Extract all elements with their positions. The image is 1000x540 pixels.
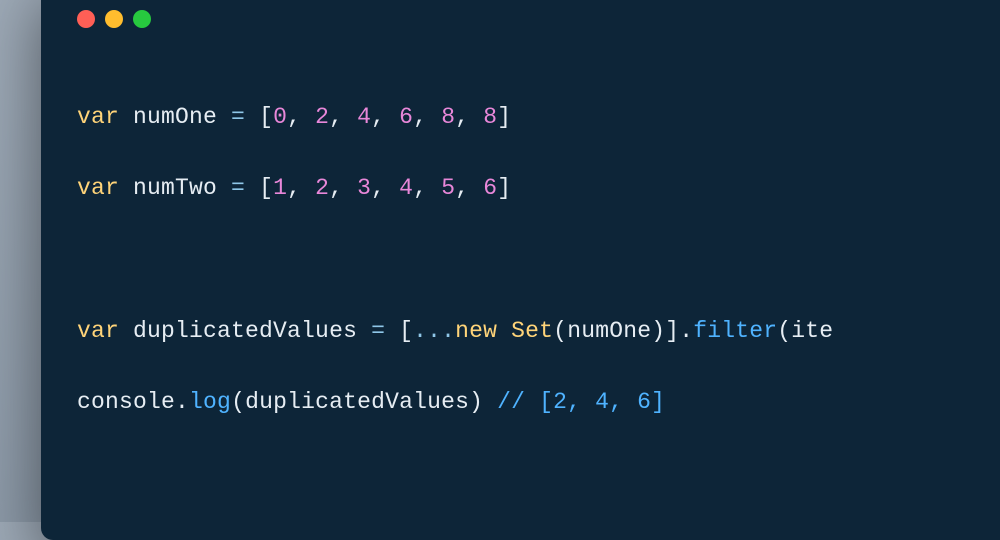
comma: ,: [329, 175, 357, 201]
number: 2: [315, 175, 329, 201]
paren-open: (: [231, 389, 245, 415]
number: 4: [357, 104, 371, 130]
identifier: numOne: [567, 318, 651, 344]
paren-close: ): [469, 389, 483, 415]
maximize-icon[interactable]: [133, 10, 151, 28]
comma: ,: [455, 175, 483, 201]
code-line-3: var duplicatedValues = [...new Set(numOn…: [77, 314, 1000, 350]
spread-operator: ...: [413, 318, 455, 344]
method-filter: filter: [693, 318, 777, 344]
dot: .: [175, 389, 189, 415]
comma: ,: [413, 104, 441, 130]
identifier-console: console: [77, 389, 175, 415]
number: 8: [483, 104, 497, 130]
number: 3: [357, 175, 371, 201]
operator-equals: =: [217, 175, 259, 201]
keyword-var: var: [77, 175, 119, 201]
code-line-1: var numOne = [0, 2, 4, 6, 8, 8]: [77, 100, 1000, 136]
bracket-close: ]: [497, 175, 511, 201]
identifier-partial: ite: [791, 318, 833, 344]
close-icon[interactable]: [77, 10, 95, 28]
identifier: numTwo: [133, 175, 217, 201]
paren-open: (: [553, 318, 567, 344]
comma: ,: [287, 104, 315, 130]
identifier: numOne: [133, 104, 217, 130]
code-line-2: var numTwo = [1, 2, 3, 4, 5, 6]: [77, 171, 1000, 207]
comma: ,: [371, 104, 399, 130]
number: 1: [273, 175, 287, 201]
number: 2: [315, 104, 329, 130]
number: 6: [399, 104, 413, 130]
comma: ,: [329, 104, 357, 130]
space: [483, 389, 497, 415]
class-set: Set: [511, 318, 553, 344]
code-line-4: console.log(duplicatedValues) // [2, 4, …: [77, 385, 1000, 421]
bracket-close: ]: [497, 104, 511, 130]
bracket-open: [: [259, 175, 273, 201]
dot: .: [679, 318, 693, 344]
paren-open: (: [777, 318, 791, 344]
code-window: var numOne = [0, 2, 4, 6, 8, 8] var numT…: [41, 0, 1000, 540]
code-block: var numOne = [0, 2, 4, 6, 8, 8] var numT…: [77, 64, 1000, 492]
comma: ,: [371, 175, 399, 201]
keyword-var: var: [77, 318, 119, 344]
keyword-var: var: [77, 104, 119, 130]
comment: // [2, 4, 6]: [497, 389, 665, 415]
bracket-close: ]: [665, 318, 679, 344]
bracket-open: [: [399, 318, 413, 344]
space: [497, 318, 511, 344]
comma: ,: [287, 175, 315, 201]
number: 8: [441, 104, 455, 130]
identifier: duplicatedValues: [245, 389, 469, 415]
comma: ,: [455, 104, 483, 130]
traffic-lights: [77, 10, 1000, 28]
number: 4: [399, 175, 413, 201]
paren-close: ): [651, 318, 665, 344]
minimize-icon[interactable]: [105, 10, 123, 28]
number: 5: [441, 175, 455, 201]
number: 0: [273, 104, 287, 130]
bracket-open: [: [259, 104, 273, 130]
keyword-new: new: [455, 318, 497, 344]
operator-equals: =: [357, 318, 399, 344]
number: 6: [483, 175, 497, 201]
comma: ,: [413, 175, 441, 201]
operator-equals: =: [217, 104, 259, 130]
method-log: log: [189, 389, 231, 415]
identifier: duplicatedValues: [133, 318, 357, 344]
blank-line: [77, 242, 1000, 278]
